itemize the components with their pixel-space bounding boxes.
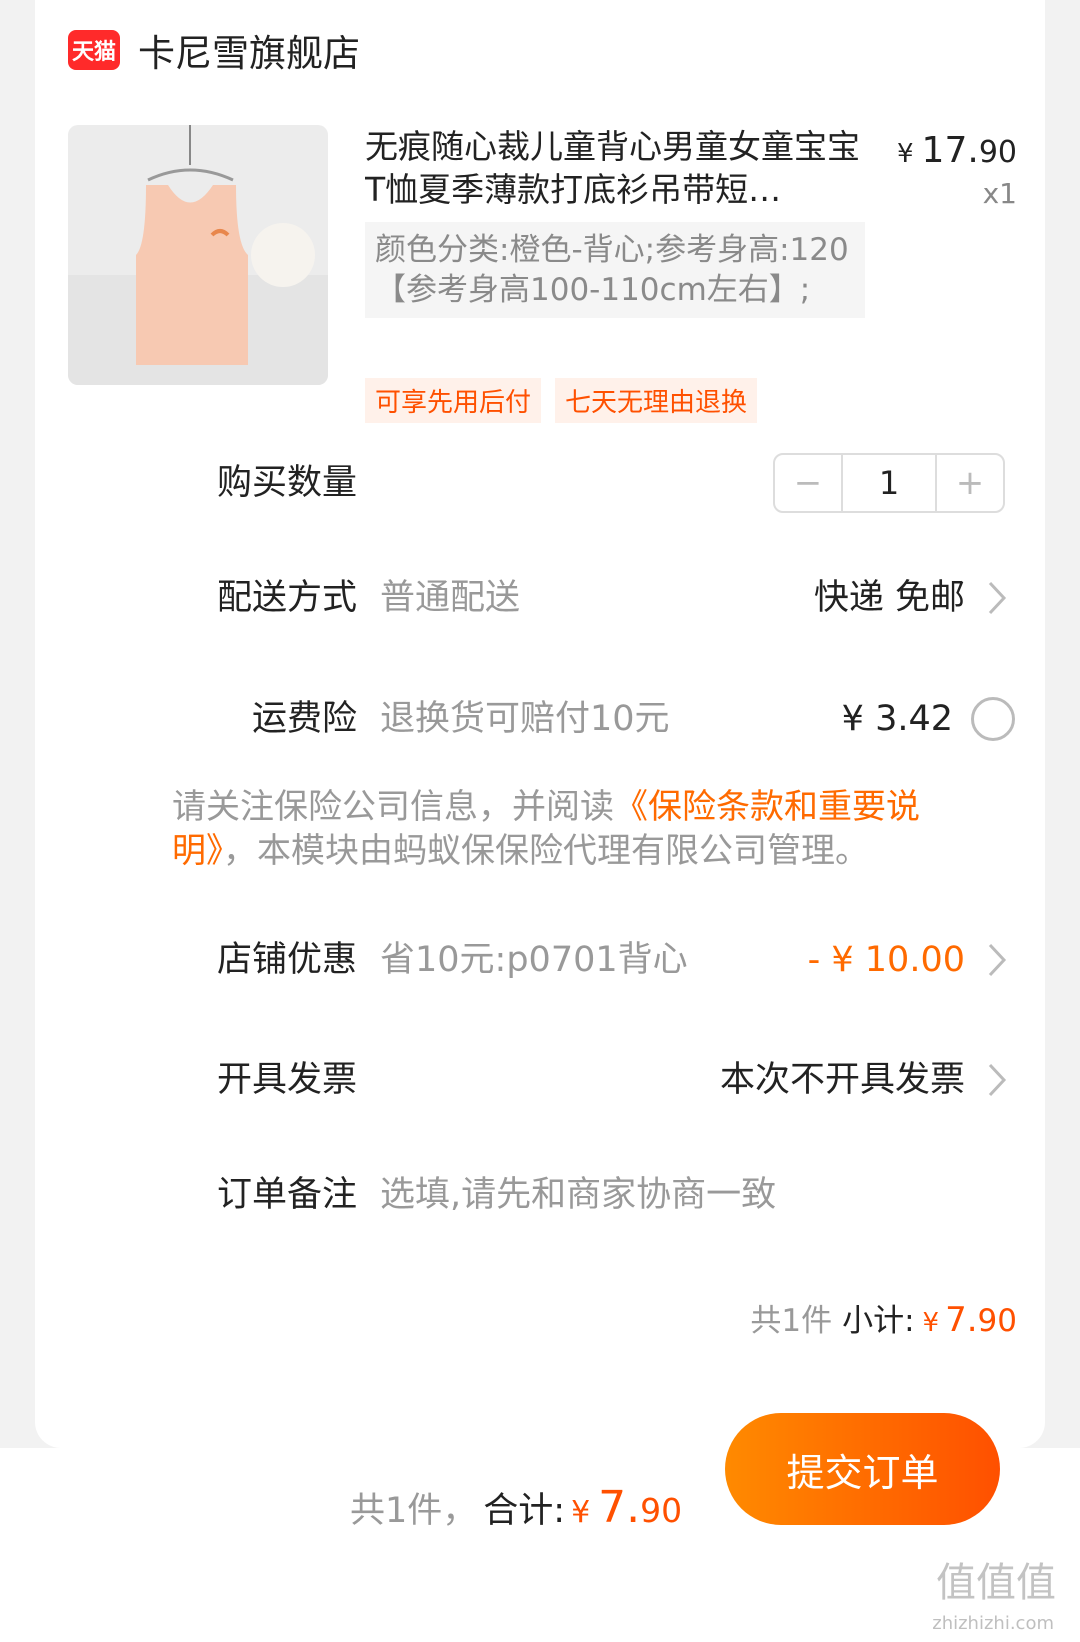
discount-label: 店铺优惠 [216, 940, 357, 980]
quantity-label: 购买数量 [216, 463, 357, 503]
price-dec: 90 [978, 135, 1017, 170]
notice-suffix: ，本模块由蚂蚁保保险代理有限公司管理。 [223, 831, 869, 871]
discount-desc: 省10元:p0701背心 [380, 940, 688, 980]
subtotal-amount: ¥7.90 [922, 1300, 1017, 1340]
product-tags: 可享先用后付 七天无理由退换 [365, 378, 758, 423]
order-total: 共1件， 合计: ¥7.90 [350, 1448, 682, 1568]
chevron-right-icon [988, 1063, 1007, 1097]
tmall-logo-icon: 天猫 [68, 30, 120, 70]
total-label: 合计: [483, 1491, 566, 1531]
delivery-desc: 普通配送 [380, 578, 521, 618]
store-name[interactable]: 卡尼雪旗舰店 [138, 23, 360, 77]
discount-row[interactable]: 店铺优惠 省10元:p0701背心 - ¥ 10.00 [35, 920, 1045, 1000]
product-price: ¥17.90 [897, 130, 1017, 171]
checkout-bar: 共1件， 合计: ¥7.90 提交订单 值值值 zhizhizhi.com [0, 1413, 1080, 1642]
decrement-button[interactable]: − [775, 455, 841, 511]
insurance-label: 运费险 [251, 699, 357, 739]
delivery-value: 快递 免邮 [813, 578, 965, 618]
subtotal-count: 共1件 [750, 1303, 833, 1339]
price-int: 17. [921, 130, 979, 171]
subtotal-yen: ¥ [922, 1308, 940, 1338]
product-quantity: x1 [982, 177, 1017, 210]
subtotal-dec: 90 [977, 1303, 1017, 1339]
total-yen: ¥ [571, 1495, 591, 1530]
tag-pay-later: 可享先用后付 [365, 378, 542, 423]
notice-prefix: 请关注保险公司信息，并阅读 [172, 787, 614, 827]
increment-button[interactable]: + [937, 455, 1003, 511]
invoice-row[interactable]: 开具发票 本次不开具发票 [35, 1040, 1045, 1120]
insurance-notice: 请关注保险公司信息，并阅读《保险条款和重要说明》，本模块由蚂蚁保保险代理有限公司… [172, 785, 992, 873]
remark-row: 订单备注 选填,请先和商家协商一致 [35, 1155, 1045, 1235]
order-card: 天猫 卡尼雪旗舰店 无痕随心裁儿童背心男童女童宝宝T恤夏季薄款打底衫吊带短… ¥… [35, 0, 1045, 1448]
insurance-price: ¥ 3.42 [841, 699, 953, 739]
total-amount: ¥7.90 [571, 1482, 683, 1533]
total-dec: 90 [640, 1491, 683, 1530]
product-title[interactable]: 无痕随心裁儿童背心男童女童宝宝T恤夏季薄款打底衫吊带短… [365, 125, 865, 211]
tag-seven-day-return: 七天无理由退换 [555, 378, 758, 423]
remark-input[interactable]: 选填,请先和商家协商一致 [380, 1155, 776, 1235]
total-count: 共1件， [350, 1491, 478, 1531]
chevron-right-icon [988, 943, 1007, 977]
product-spec[interactable]: 颜色分类:橙色-背心;参考身高:120【参考身高100-110cm左右】; [365, 222, 865, 318]
product-price-block: ¥17.90 x1 [897, 130, 1017, 210]
discount-value: - ¥ 10.00 [807, 940, 965, 980]
product-image[interactable] [68, 125, 328, 385]
store-header[interactable]: 天猫 卡尼雪旗舰店 [68, 20, 360, 80]
invoice-label: 开具发票 [216, 1060, 357, 1100]
price-yen: ¥ [897, 139, 914, 169]
subtotal-label: 小计: [842, 1303, 915, 1339]
insurance-radio[interactable] [971, 697, 1015, 741]
invoice-value: 本次不开具发票 [719, 1060, 965, 1100]
submit-order-button[interactable]: 提交订单 [725, 1413, 1000, 1525]
watermark: 值值值 [936, 1560, 1056, 1606]
quantity-stepper: − 1 + [773, 453, 1005, 513]
watermark-url: zhizhizhi.com [932, 1613, 1054, 1634]
subtotal: 共1件 小计: ¥7.90 [750, 1295, 1017, 1340]
total-int: 7. [598, 1482, 641, 1533]
insurance-desc: 退换货可赔付10元 [380, 699, 670, 739]
quantity-row: 购买数量 − 1 + [35, 443, 1045, 523]
delivery-row[interactable]: 配送方式 普通配送 快递 免邮 [35, 558, 1045, 638]
subtotal-int: 7. [945, 1300, 978, 1340]
remark-label: 订单备注 [216, 1175, 357, 1215]
chevron-right-icon [988, 581, 1007, 615]
delivery-label: 配送方式 [216, 578, 357, 618]
insurance-row: 运费险 退换货可赔付10元 ¥ 3.42 [35, 679, 1045, 759]
quantity-value[interactable]: 1 [841, 455, 937, 511]
